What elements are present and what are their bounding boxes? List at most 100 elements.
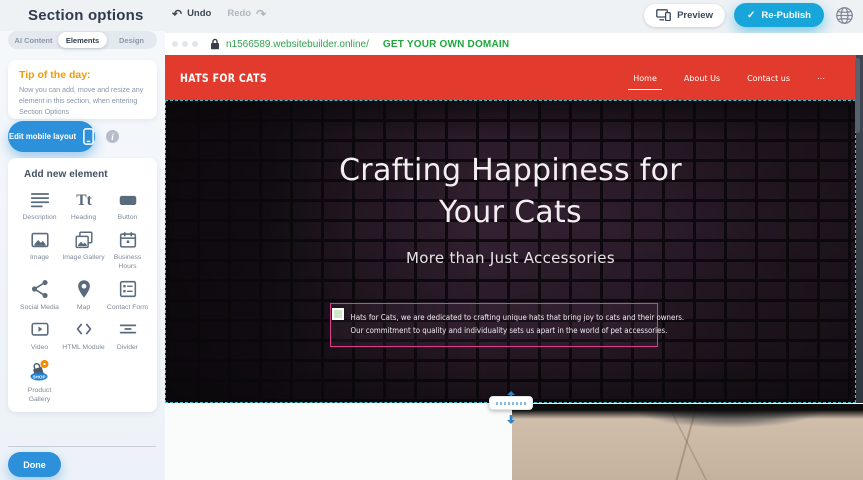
hero-subheading[interactable]: More than Just Accessories (166, 249, 855, 267)
element-item-social-media[interactable]: Social Media (18, 278, 61, 312)
tip-card: Tip of the day: Now you can add, move an… (8, 60, 157, 119)
devices-icon (656, 9, 671, 21)
tip-body: Now you can add, move and resize any ele… (19, 85, 146, 118)
element-item-divider[interactable]: Divider (106, 318, 149, 352)
info-icon[interactable]: i (106, 130, 119, 143)
edit-mobile-layout-button[interactable]: Edit mobile layout (8, 121, 95, 152)
section-resize-handle[interactable] (489, 396, 533, 410)
element-item-label: Map (62, 303, 105, 312)
divider-icon (106, 318, 149, 341)
tab-design[interactable]: Design (107, 32, 156, 48)
history-controls: ↶ Undo Redo ↷ (172, 8, 266, 19)
undo-button[interactable]: ↶ Undo (172, 8, 211, 19)
resize-down-arrow-icon (506, 411, 516, 429)
image-icon (18, 228, 61, 251)
language-globe-icon[interactable] (833, 4, 855, 26)
element-item-label: Product Gallery (18, 386, 61, 404)
sidebar: AI Content Elements Design Tip of the da… (0, 31, 165, 480)
republish-label: Re-Publish (761, 10, 811, 21)
element-item-map[interactable]: Map (62, 278, 105, 312)
element-item-html-module[interactable]: HTML Module (62, 318, 105, 352)
redo-button[interactable]: Redo ↷ (227, 8, 266, 19)
element-item-label: Image Gallery (62, 253, 105, 262)
heading-icon: Tt (62, 188, 105, 211)
element-item-label: HTML Module (62, 343, 105, 352)
element-item-label: Divider (106, 343, 149, 352)
hero-heading-line2[interactable]: Your Cats (166, 195, 855, 230)
tab-elements[interactable]: Elements (58, 32, 107, 48)
preview-button[interactable]: Preview (644, 4, 725, 27)
preview-label: Preview (677, 10, 713, 21)
element-item-label: Description (18, 213, 61, 222)
element-item-label: Button (106, 213, 149, 222)
element-item-contact-form[interactable]: Contact Form (106, 278, 149, 312)
element-item-label: Social Media (18, 303, 61, 312)
browser-dot (172, 41, 178, 47)
element-grid: Description Tt Heading Button (8, 182, 157, 404)
element-item-label: Image (18, 253, 61, 262)
page-title: Section options (28, 7, 144, 24)
site-logo[interactable]: HATS FOR CATS (180, 55, 267, 100)
nav-about-us[interactable]: About Us (679, 66, 725, 89)
element-item-video[interactable]: Video (18, 318, 61, 352)
site-url[interactable]: n1566589.websitebuilder.online/ (226, 39, 369, 50)
site-preview: n1566589.websitebuilder.online/ GET YOUR… (165, 33, 863, 480)
browser-dot (192, 41, 198, 47)
done-button[interactable]: Done (8, 452, 61, 477)
nav-more-icon[interactable]: ⋯ (812, 66, 830, 89)
redo-icon: ↷ (256, 9, 266, 19)
undo-label: Undo (187, 8, 211, 19)
add-element-panel: Add new element Description Tt Heading (8, 158, 157, 412)
site-nav: Home About Us Contact us ⋯ (628, 55, 830, 100)
image-gallery-icon (62, 228, 105, 251)
nav-contact-us[interactable]: Contact us (742, 66, 795, 89)
get-domain-link[interactable]: GET YOUR OWN DOMAIN (383, 39, 509, 50)
undo-icon: ↶ (172, 9, 182, 19)
nav-home[interactable]: Home (628, 66, 662, 90)
sidebar-tabs: AI Content Elements Design (8, 31, 157, 49)
selection-handle[interactable] (332, 308, 344, 320)
video-icon (18, 318, 61, 341)
element-item-product-gallery[interactable]: SHOP Product Gallery (18, 358, 61, 404)
topbar-actions: Preview ✓ Re-Publish (644, 3, 855, 27)
scrollbar-thumb[interactable] (855, 58, 860, 133)
element-item-label: Contact Form (106, 303, 149, 312)
more-label: ⋯ (817, 74, 825, 83)
hero-text-box[interactable]: Hats for Cats, we are dedicated to craft… (330, 303, 658, 347)
tip-title: Tip of the day: (19, 69, 146, 81)
element-item-description[interactable]: Description (18, 188, 61, 222)
republish-button[interactable]: ✓ Re-Publish (734, 3, 824, 27)
app-root: Section options ↶ Undo Redo ↷ Preview ✓ … (0, 0, 863, 480)
element-item-button[interactable]: Button (106, 188, 149, 222)
calendar-icon (106, 228, 149, 251)
browser-dot (182, 41, 188, 47)
divider (8, 446, 156, 447)
tab-ai-content[interactable]: AI Content (9, 32, 58, 48)
map-pin-icon (62, 278, 105, 301)
hero-body-line2: Our commitment to quality and individual… (351, 324, 638, 337)
element-item-business-hours[interactable]: Business Hours (106, 228, 149, 271)
phone-icon (83, 128, 94, 145)
shop-badge: SHOP (32, 374, 45, 379)
hero-section[interactable]: Crafting Happiness for Your Cats More th… (165, 100, 856, 403)
hero-body-line1: Hats for Cats, we are dedicated to craft… (351, 311, 638, 324)
add-element-title: Add new element (8, 158, 157, 182)
site-header: HATS FOR CATS Home About Us Contact us ⋯ (165, 55, 856, 100)
text-lines-icon (18, 188, 61, 211)
element-item-label: Business Hours (106, 253, 149, 271)
cat-photo (512, 404, 863, 480)
element-item-image-gallery[interactable]: Image Gallery (62, 228, 105, 271)
edit-mobile-label: Edit mobile layout (9, 132, 76, 141)
element-item-image[interactable]: Image (18, 228, 61, 271)
hero-heading-line1[interactable]: Crafting Happiness for (166, 153, 855, 188)
contact-form-icon (106, 278, 149, 301)
redo-label: Redo (227, 8, 251, 19)
element-item-heading[interactable]: Tt Heading (62, 188, 105, 222)
element-item-label: Heading (62, 213, 105, 222)
element-item-label: Video (18, 343, 61, 352)
edit-mobile-row: Edit mobile layout i (8, 121, 119, 152)
svg-text:Tt: Tt (76, 192, 92, 209)
button-icon (106, 188, 149, 211)
nav-label: About Us (684, 74, 720, 83)
check-icon: ✓ (747, 10, 755, 21)
